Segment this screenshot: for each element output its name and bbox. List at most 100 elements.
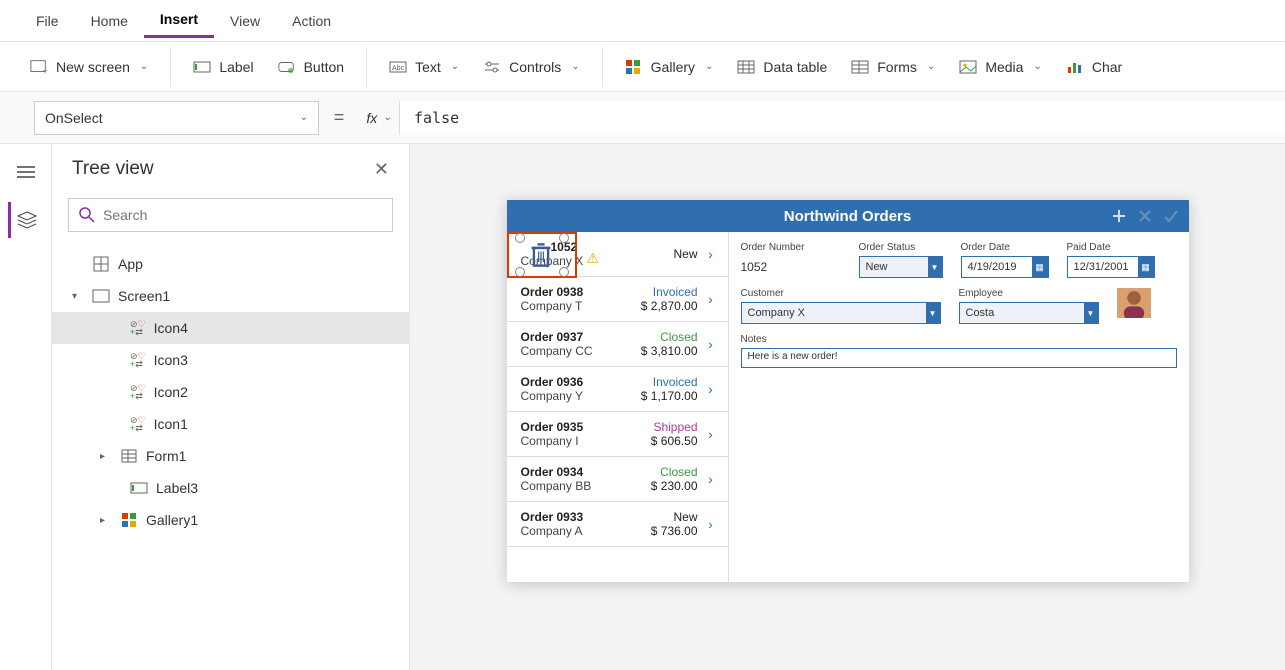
order-company: Company T	[521, 299, 630, 313]
forms-icon	[851, 59, 869, 75]
customer-label: Customer	[741, 288, 941, 299]
notes-input[interactable]: Here is a new order!	[741, 348, 1177, 368]
trash-icon[interactable]	[529, 242, 553, 268]
order-status: New	[630, 510, 698, 524]
order-item[interactable]: Order 0937Company CCClosed$ 3,810.00›	[507, 322, 728, 367]
tree-view-title: Tree view	[72, 158, 154, 180]
check-icon[interactable]	[1163, 208, 1179, 224]
order-title: Order 0937	[521, 330, 630, 344]
button-button[interactable]: Button	[268, 53, 354, 81]
order-status-label: Order Status	[859, 242, 943, 253]
chevron-down-icon: ⌄	[300, 112, 308, 123]
tree-search-input[interactable]	[103, 207, 382, 223]
table-icon	[737, 59, 755, 75]
label-icon	[193, 59, 211, 75]
app-preview: Northwind Orders 1052Company XNew›Order …	[507, 200, 1189, 582]
order-amount: $ 1,170.00	[630, 389, 698, 403]
label-button[interactable]: Label	[183, 53, 263, 81]
chart-icon	[1066, 59, 1084, 75]
calendar-icon: ▦	[1138, 257, 1154, 277]
warning-icon: ⚠	[587, 250, 600, 267]
order-amount: $ 736.00	[630, 524, 698, 538]
media-button[interactable]: Media⌄	[949, 53, 1052, 81]
order-item[interactable]: Order 0934Company BBClosed$ 230.00›	[507, 457, 728, 502]
order-gallery[interactable]: 1052Company XNew›Order 0938Company TInvo…	[507, 232, 729, 582]
chevron-down-icon: ▼	[926, 303, 940, 323]
tree-search[interactable]	[68, 198, 393, 232]
order-item[interactable]: Order 0938Company TInvoiced$ 2,870.00›	[507, 277, 728, 322]
menu-action[interactable]: Action	[276, 5, 347, 37]
order-status: Invoiced	[630, 285, 698, 299]
expand-icon: ▸	[100, 515, 112, 526]
order-company: Company I	[521, 434, 630, 448]
order-number-value: 1052	[741, 256, 841, 274]
tree-node-gallery1[interactable]: ▸ Gallery1	[52, 504, 409, 536]
chevron-down-icon: ⌄	[451, 61, 459, 72]
order-item[interactable]: Order 0936Company YInvoiced$ 1,170.00›	[507, 367, 728, 412]
menu-home[interactable]: Home	[75, 5, 144, 37]
charts-button[interactable]: Char	[1056, 53, 1132, 81]
order-amount: $ 3,810.00	[630, 344, 698, 358]
icon-control-icon: ⊘♡+⇄	[130, 416, 146, 432]
tree-node-icon1[interactable]: ⊘♡+⇄ Icon1	[52, 408, 409, 440]
collapse-icon: ▾	[72, 291, 84, 302]
order-number-label: Order Number	[741, 242, 841, 253]
icon-control-icon: ⊘♡+⇄	[130, 384, 146, 400]
employee-dropdown[interactable]: Costa▼	[959, 302, 1099, 324]
tree-node-icon4[interactable]: ⊘♡+⇄ Icon4	[52, 312, 409, 344]
cancel-icon[interactable]	[1137, 208, 1153, 224]
order-status-dropdown[interactable]: New▼	[859, 256, 943, 278]
chevron-right-icon: ›	[704, 291, 718, 307]
menu-view[interactable]: View	[214, 5, 276, 37]
fx-button[interactable]: fx⌄	[359, 110, 399, 126]
order-date-input[interactable]: 4/19/2019▦	[961, 256, 1049, 278]
add-icon[interactable]	[1111, 208, 1127, 224]
gallery-button[interactable]: Gallery⌄	[615, 53, 724, 81]
canvas[interactable]: Northwind Orders 1052Company XNew›Order …	[410, 144, 1285, 670]
tree-view-button[interactable]	[8, 202, 44, 238]
close-panel-button[interactable]: ✕	[374, 159, 389, 180]
layers-icon	[17, 211, 37, 229]
calendar-icon: ▦	[1032, 257, 1048, 277]
app-title: Northwind Orders	[784, 208, 912, 225]
text-button[interactable]: Abc Text⌄	[379, 53, 469, 81]
menubar: File Home Insert View Action	[0, 0, 1285, 42]
order-item[interactable]: Order 0935Company IShipped$ 606.50›	[507, 412, 728, 457]
chevron-down-icon: ▼	[1084, 303, 1098, 323]
order-company: Company CC	[521, 344, 630, 358]
controls-button[interactable]: Controls⌄	[473, 53, 590, 81]
order-status: Invoiced	[630, 375, 698, 389]
tree-node-icon3[interactable]: ⊘♡+⇄ Icon3	[52, 344, 409, 376]
customer-dropdown[interactable]: Company X▼	[741, 302, 941, 324]
controls-icon	[483, 59, 501, 75]
chevron-down-icon: ⌄	[140, 61, 148, 72]
chevron-down-icon: ⌄	[383, 112, 391, 123]
gallery-icon	[120, 512, 138, 528]
tree-node-label3[interactable]: Label3	[52, 472, 409, 504]
new-screen-button[interactable]: + New screen⌄	[20, 53, 158, 81]
forms-button[interactable]: Forms⌄	[841, 53, 945, 81]
chevron-right-icon: ›	[704, 246, 718, 262]
formula-input[interactable]: false	[399, 101, 1285, 135]
tree-node-icon2[interactable]: ⊘♡+⇄ Icon2	[52, 376, 409, 408]
tree-node-app[interactable]: App	[52, 248, 409, 280]
svg-text:Abc: Abc	[392, 65, 405, 72]
order-date-label: Order Date	[961, 242, 1049, 253]
chevron-right-icon: ›	[704, 381, 718, 397]
tree-node-screen1[interactable]: ▾ Screen1	[52, 280, 409, 312]
chevron-down-icon: ▼	[928, 257, 942, 277]
order-amount: $ 606.50	[630, 434, 698, 448]
icon-control-icon: ⊘♡+⇄	[130, 320, 146, 336]
menu-insert[interactable]: Insert	[144, 3, 214, 38]
paid-date-input[interactable]: 12/31/2001▦	[1067, 256, 1155, 278]
hamburger-button[interactable]	[8, 154, 44, 190]
property-dropdown[interactable]: OnSelect ⌄	[34, 101, 319, 135]
data-table-button[interactable]: Data table	[727, 53, 837, 81]
order-status: Shipped	[630, 420, 698, 434]
chevron-down-icon: ⌄	[571, 61, 579, 72]
screen-icon	[92, 288, 110, 304]
menu-file[interactable]: File	[20, 5, 75, 37]
order-title: Order 0933	[521, 510, 630, 524]
tree-node-form1[interactable]: ▸ Form1	[52, 440, 409, 472]
order-item[interactable]: Order 0933Company ANew$ 736.00›	[507, 502, 728, 547]
